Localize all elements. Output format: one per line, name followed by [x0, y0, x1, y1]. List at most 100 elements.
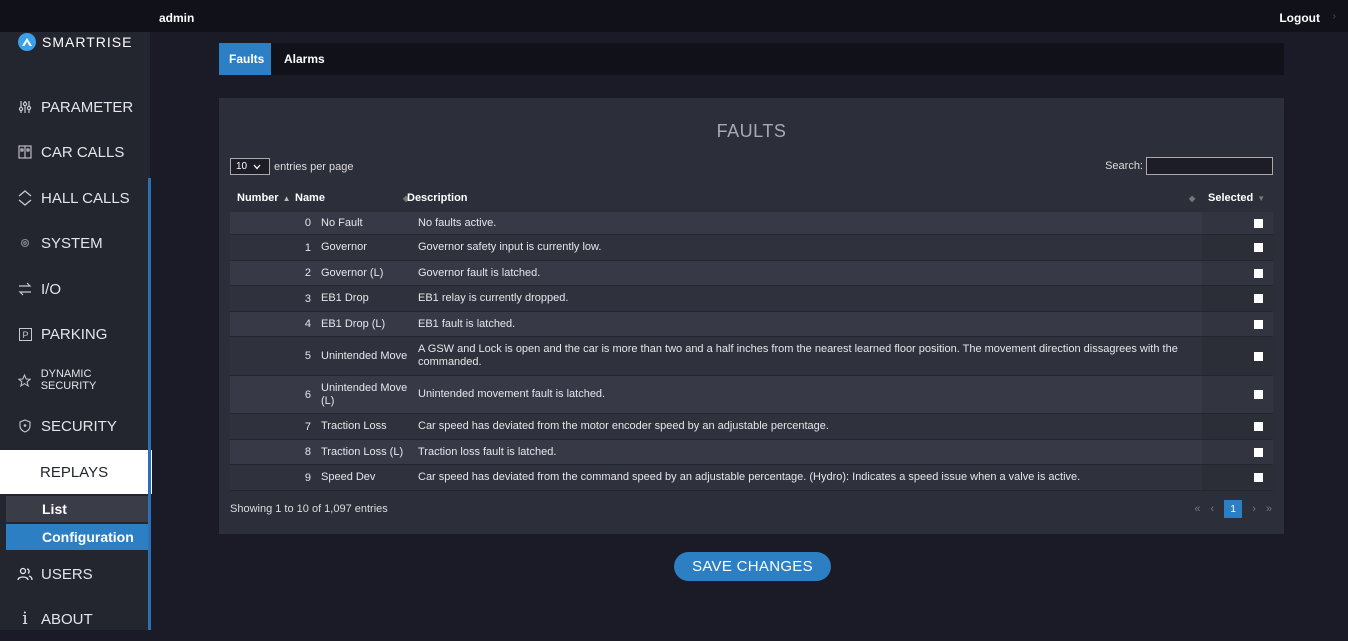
sidebar-scrollbar[interactable]	[148, 178, 151, 630]
search-input[interactable]	[1146, 157, 1273, 175]
sidebar-item-label: DYNAMIC SECURITY	[40, 368, 97, 392]
cell-selected	[1202, 261, 1273, 285]
save-changes-button[interactable]: SAVE CHANGES	[674, 552, 831, 581]
tab-faults[interactable]: Faults	[219, 43, 271, 75]
sidebar-item-about[interactable]: i ABOUT	[0, 597, 148, 641]
select-checkbox[interactable]	[1254, 447, 1263, 457]
sidebar-item-label: HALL CALLS	[41, 189, 130, 207]
star-icon	[17, 373, 33, 387]
tab-alarms[interactable]: Alarms	[274, 43, 335, 75]
sort-desc-icon: ▼	[1257, 193, 1266, 203]
cell-number: 8	[304, 446, 311, 458]
column-description[interactable]: Description	[407, 186, 468, 210]
cell-name: Speed Dev	[321, 471, 376, 483]
entries-label: entries per page	[274, 160, 354, 173]
select-checkbox[interactable]	[1254, 390, 1263, 399]
table-row[interactable]: 5 Unintended Move A GSW and Lock is open…	[230, 337, 1273, 376]
column-name[interactable]: Name	[295, 186, 325, 210]
select-checkbox[interactable]	[1254, 294, 1263, 303]
cell-description: Governor safety input is currently low.	[418, 241, 602, 253]
cell-name: Traction Loss	[321, 420, 387, 432]
sliders-icon	[17, 100, 33, 114]
up-down-chevrons-icon	[17, 189, 33, 207]
table-row[interactable]: 8 Traction Loss (L) Traction loss fault …	[230, 440, 1273, 465]
prev-page-button[interactable]: ‹	[1211, 503, 1215, 515]
sidebar-subitem-list[interactable]: List	[6, 496, 150, 522]
entries-per-page-select[interactable]: 10	[230, 158, 270, 175]
cell-name: No Fault	[321, 216, 363, 229]
chevron-down-icon	[253, 164, 261, 169]
cell-number: 5	[304, 350, 311, 362]
cell-number: 2	[304, 267, 311, 279]
sidebar-item-label: REPLAYS	[40, 463, 109, 481]
chevron-right-icon: ›	[1332, 11, 1336, 22]
table-row[interactable]: 9 Speed Dev Car speed has deviated from …	[230, 465, 1273, 491]
parking-icon: P	[17, 327, 33, 341]
sidebar-item-car-calls[interactable]: CAR CALLS	[0, 130, 148, 174]
cell-number: 6	[304, 388, 311, 401]
sidebar-item-dynamic-security[interactable]: DYNAMIC SECURITY	[0, 358, 148, 402]
last-page-button[interactable]: »	[1266, 503, 1272, 515]
cell-selected	[1202, 235, 1273, 260]
cell-name: Unintended Move	[321, 349, 408, 362]
sidebar-item-replays[interactable]: REPLAYS	[0, 450, 152, 494]
cell-selected	[1202, 414, 1273, 439]
sidebar-item-label: SYSTEM	[41, 234, 103, 252]
entries-control: 10 entries per page	[230, 158, 354, 175]
search-control: Search:	[1105, 157, 1273, 175]
sidebar-item-io[interactable]: I/O	[0, 267, 148, 311]
cell-name: Traction Loss (L)	[321, 445, 404, 458]
brand-logo[interactable]: SMARTRISE	[18, 30, 132, 54]
next-page-button[interactable]: ›	[1252, 503, 1256, 515]
shield-icon	[17, 419, 33, 433]
sidebar-item-parking[interactable]: P PARKING	[0, 312, 148, 356]
svg-text:P: P	[22, 330, 28, 340]
top-bar: admin Logout ›	[0, 0, 1348, 32]
table-row[interactable]: 7 Traction Loss Car speed has deviated f…	[230, 414, 1273, 440]
sidebar-item-label: ABOUT	[41, 610, 93, 628]
column-label: Description	[407, 192, 468, 204]
sidebar-item-users[interactable]: USERS	[0, 552, 148, 596]
select-checkbox[interactable]	[1254, 473, 1263, 482]
sort-asc-icon: ▲	[282, 193, 291, 203]
sidebar-item-label: PARAMETER	[41, 98, 134, 116]
cell-selected	[1202, 212, 1273, 234]
select-checkbox[interactable]	[1254, 351, 1263, 361]
column-label: Number	[237, 192, 279, 204]
cell-selected	[1202, 440, 1273, 464]
page-1-button[interactable]: 1	[1224, 500, 1243, 518]
info-icon: i	[22, 609, 28, 629]
select-checkbox[interactable]	[1254, 218, 1263, 228]
sidebar-item-parameter[interactable]: PARAMETER	[0, 85, 148, 129]
table-row[interactable]: 4 EB1 Drop (L) EB1 fault is latched.	[230, 312, 1273, 337]
select-checkbox[interactable]	[1254, 268, 1263, 278]
table-row[interactable]: 6 Unintended Move (L) Unintended movemen…	[230, 376, 1273, 414]
column-selected[interactable]: Selected ▼	[1208, 186, 1265, 210]
table-row[interactable]: 2 Governor (L) Governor fault is latched…	[230, 261, 1273, 286]
sidebar-subitem-label: Configuration	[42, 529, 134, 545]
select-checkbox[interactable]	[1254, 422, 1263, 431]
table-row[interactable]: 1 Governor Governor safety input is curr…	[230, 235, 1273, 261]
sidebar-item-hall-calls[interactable]: HALL CALLS	[0, 176, 148, 220]
entries-select-value: 10	[236, 161, 248, 172]
column-label: Selected	[1208, 192, 1254, 204]
cell-description: EB1 fault is latched.	[418, 317, 516, 330]
sidebar: SMARTRISE PARAMETER CAR CALLS HALL CALLS…	[0, 0, 152, 630]
first-page-button[interactable]: «	[1194, 503, 1200, 515]
cell-selected	[1202, 376, 1273, 413]
pagination-info: Showing 1 to 10 of 1,097 entries	[230, 503, 388, 515]
select-checkbox[interactable]	[1254, 243, 1263, 252]
cell-number: 9	[304, 471, 311, 484]
logout-link[interactable]: Logout	[1279, 11, 1320, 25]
brand-name: SMARTRISE	[42, 34, 133, 50]
table-row[interactable]: 3 EB1 Drop EB1 relay is currently droppe…	[230, 286, 1273, 312]
sidebar-item-system[interactable]: SYSTEM	[0, 221, 148, 265]
cell-number: 0	[304, 217, 311, 229]
sidebar-item-security[interactable]: SECURITY	[0, 404, 148, 448]
sidebar-item-label: USERS	[41, 565, 93, 583]
sidebar-subitem-configuration[interactable]: Configuration	[6, 524, 150, 550]
select-checkbox[interactable]	[1254, 319, 1263, 329]
column-number[interactable]: Number ▲	[237, 186, 290, 210]
table-row[interactable]: 0 No Fault No faults active.	[230, 212, 1273, 235]
cell-name: Governor (L)	[321, 266, 384, 279]
